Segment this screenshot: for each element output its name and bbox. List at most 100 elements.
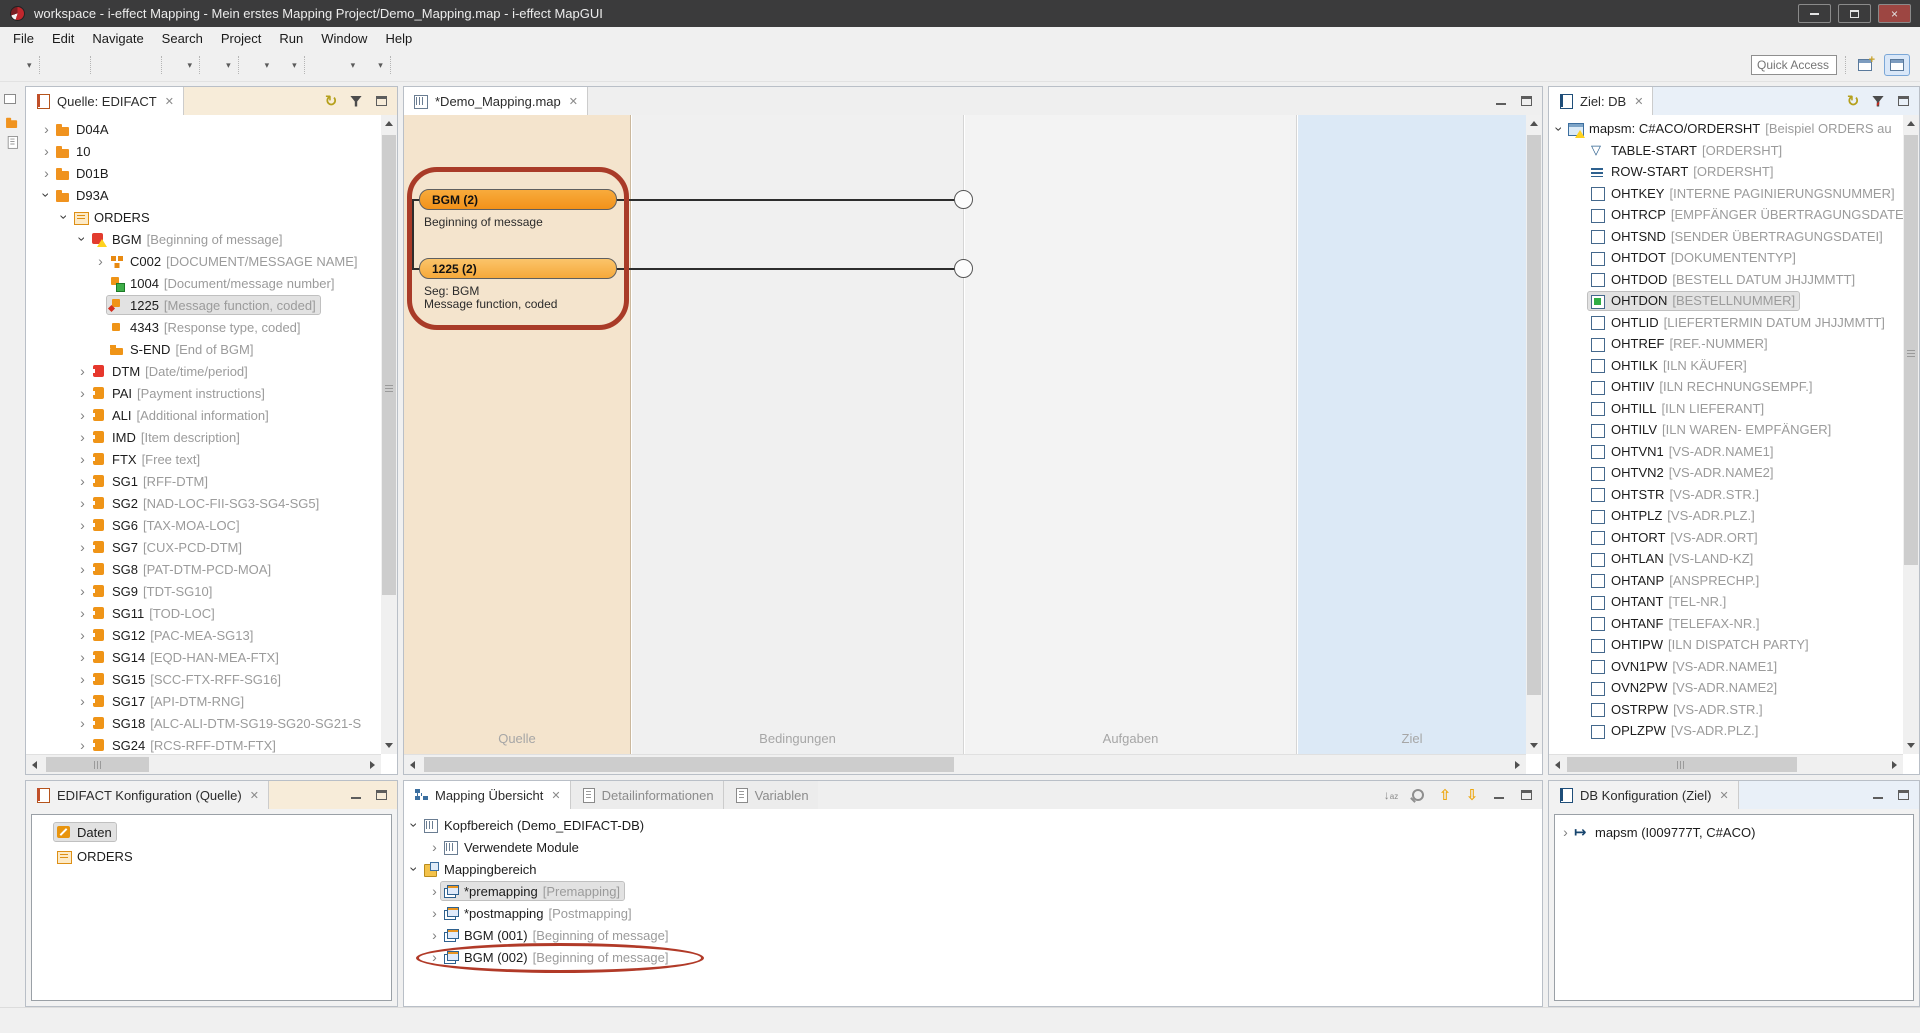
chevron-icon[interactable]	[76, 410, 89, 420]
restore-view-icon[interactable]	[4, 94, 16, 104]
list-item[interactable]: mapsm (I009777T, C#ACO)	[1555, 820, 1913, 844]
chevron-icon[interactable]	[76, 696, 89, 706]
tree-row[interactable]: DTM[Date/time/period]	[26, 360, 381, 382]
toolbar-button[interactable]: ▾	[205, 53, 233, 77]
tab-ziel-db[interactable]: Ziel: DB ✕	[1549, 87, 1653, 115]
tree-row[interactable]: OHTORT[VS-ADR.ORT]	[1549, 527, 1903, 549]
chevron-icon[interactable]	[1553, 124, 1566, 134]
tree-row[interactable]: OHTILV[ILN WAREN- EMPFÄNGER]	[1549, 419, 1903, 441]
chevron-icon[interactable]	[40, 146, 53, 156]
tree-row[interactable]: Mappingbereich	[404, 858, 1542, 880]
tree-row[interactable]: TABLE-START[ORDERSHT]	[1549, 140, 1903, 162]
tree-row[interactable]: ROW-START[ORDERSHT]	[1549, 161, 1903, 183]
chevron-icon[interactable]	[76, 608, 89, 618]
close-icon[interactable]: ✕	[250, 789, 259, 802]
tree-row[interactable]: Verwendete Module	[404, 836, 1542, 858]
tree-row[interactable]: mapsm: C#ACO/ORDERSHT[Beispiel ORDERS au	[1549, 118, 1903, 140]
minimize-view-button[interactable]	[348, 787, 364, 803]
minimize-view-button[interactable]	[1870, 787, 1886, 803]
tree-row[interactable]: OHTDOD[BESTELL DATUM JHJJMMTT]	[1549, 269, 1903, 291]
tree-row[interactable]: OHTILK[ILN KÄUFER]	[1549, 355, 1903, 377]
tree-row[interactable]: OHTSTR[VS-ADR.STR.]	[1549, 484, 1903, 506]
list-item[interactable]: Daten	[32, 820, 391, 844]
tree-row[interactable]: OHTVN1[VS-ADR.NAME1]	[1549, 441, 1903, 463]
tree-row[interactable]: ALI[Additional information]	[26, 404, 381, 426]
tree-row[interactable]: 10	[26, 140, 381, 162]
chevron-icon[interactable]	[76, 520, 89, 530]
close-icon[interactable]: ✕	[165, 95, 174, 108]
tree-row[interactable]: OSTRPW[VS-ADR.STR.]	[1549, 699, 1903, 721]
filter-button[interactable]	[348, 93, 364, 109]
horizontal-scrollbar[interactable]	[26, 754, 381, 774]
tree-row[interactable]: SG2[NAD-LOC-FII-SG3-SG4-SG5]	[26, 492, 381, 514]
chevron-icon[interactable]	[58, 212, 71, 222]
vertical-scrollbar[interactable]	[1903, 115, 1919, 754]
minimize-view-button[interactable]	[1493, 93, 1509, 109]
tree-row[interactable]: D04A	[26, 118, 381, 140]
menu-item[interactable]: Window	[312, 31, 376, 46]
tree-row[interactable]: SG14[EQD-HAN-MEA-FTX]	[26, 646, 381, 668]
tab-edifact-konfiguration[interactable]: EDIFACT Konfiguration (Quelle) ✕	[26, 781, 269, 809]
tree-row[interactable]: C002[DOCUMENT/MESSAGE NAME]	[26, 250, 381, 272]
menu-item[interactable]: Edit	[43, 31, 83, 46]
tree-row[interactable]: Kopfbereich (Demo_EDIFACT-DB)	[404, 814, 1542, 836]
tree-row[interactable]: OHTANT[TEL-NR.]	[1549, 591, 1903, 613]
tree-row[interactable]: OHTIPW[ILN DISPATCH PARTY]	[1549, 634, 1903, 656]
tree-row[interactable]: OHTKEY[INTERNE PAGINIERUNGSNUMMER]	[1549, 183, 1903, 205]
maximize-view-button[interactable]	[1895, 93, 1911, 109]
vertical-scrollbar[interactable]	[381, 115, 397, 754]
tree-row[interactable]: OHTDOT[DOKUMENTENTYP]	[1549, 247, 1903, 269]
step-out-button[interactable]: ⇧	[1437, 787, 1453, 803]
chevron-icon[interactable]	[76, 366, 89, 376]
close-icon[interactable]: ✕	[569, 95, 578, 108]
chevron-icon[interactable]	[428, 886, 441, 896]
toolbar-button[interactable]	[45, 53, 65, 77]
tree-row[interactable]: OHTANP[ANSPRECHP.]	[1549, 570, 1903, 592]
sort-button[interactable]: ↓az	[1383, 787, 1399, 803]
tree-row[interactable]: SG6[TAX-MOA-LOC]	[26, 514, 381, 536]
tree-row[interactable]: D93A	[26, 184, 381, 206]
menu-item[interactable]: Project	[212, 31, 270, 46]
chevron-icon[interactable]	[76, 476, 89, 486]
tree-row[interactable]: SG24[RCS-RFF-DTM-FTX]	[26, 734, 381, 754]
tree-row[interactable]: SG1[RFF-DTM]	[26, 470, 381, 492]
tree-row[interactable]: OVN1PW[VS-ADR.NAME1]	[1549, 656, 1903, 678]
menu-item[interactable]: File	[4, 31, 43, 46]
tree-row[interactable]: SG11[TOD-LOC]	[26, 602, 381, 624]
chevron-icon[interactable]	[408, 864, 421, 874]
quick-access-input[interactable]	[1751, 55, 1837, 75]
toolbar-button[interactable]: ▾	[271, 53, 299, 77]
menu-item[interactable]: Search	[153, 31, 212, 46]
toolbar-button[interactable]	[96, 53, 116, 77]
tree-row[interactable]: OHTRCP[EMPFÄNGER ÜBERTRAGUNGSDATE	[1549, 204, 1903, 226]
horizontal-scrollbar[interactable]	[1549, 754, 1903, 774]
menu-item[interactable]: Help	[376, 31, 421, 46]
chevron-icon[interactable]	[76, 630, 89, 640]
chevron-icon[interactable]	[94, 256, 107, 266]
tree-row[interactable]: SG18[ALC-ALI-DTM-SG19-SG20-SG21-S	[26, 712, 381, 734]
maximize-view-button[interactable]	[373, 787, 389, 803]
close-icon[interactable]: ✕	[1634, 95, 1643, 108]
step-into-button[interactable]: ⇩	[1464, 787, 1480, 803]
tree-row[interactable]: OPLZPW[VS-ADR.PLZ.]	[1549, 720, 1903, 742]
chevron-icon[interactable]	[76, 454, 89, 464]
vertical-scrollbar[interactable]	[1526, 115, 1542, 754]
tree-row[interactable]: SG9[TDT-SG10]	[26, 580, 381, 602]
toolbar-button[interactable]	[136, 53, 156, 77]
toolbar-button[interactable]	[436, 53, 456, 77]
toolbar-button[interactable]: ▾	[167, 53, 195, 77]
tree-row[interactable]: D01B	[26, 162, 381, 184]
chevron-icon[interactable]	[1559, 827, 1572, 837]
tree-row[interactable]: *postmapping[Postmapping]	[404, 902, 1542, 924]
toolbar-button[interactable]	[116, 53, 136, 77]
chevron-icon[interactable]	[40, 168, 53, 178]
tab-mapping-uebersicht[interactable]: Mapping Übersicht ✕	[404, 781, 571, 809]
toolbar-button[interactable]	[310, 53, 330, 77]
minimized-view-icon[interactable]	[5, 135, 19, 149]
tree-row[interactable]: SG12[PAC-MEA-SG13]	[26, 624, 381, 646]
collapse-sync-button[interactable]: ↻	[1845, 93, 1861, 109]
menu-item[interactable]: Run	[270, 31, 312, 46]
tree-row[interactable]: SG17[API-DTM-RNG]	[26, 690, 381, 712]
chevron-icon[interactable]	[76, 718, 89, 728]
chevron-icon[interactable]	[428, 842, 441, 852]
